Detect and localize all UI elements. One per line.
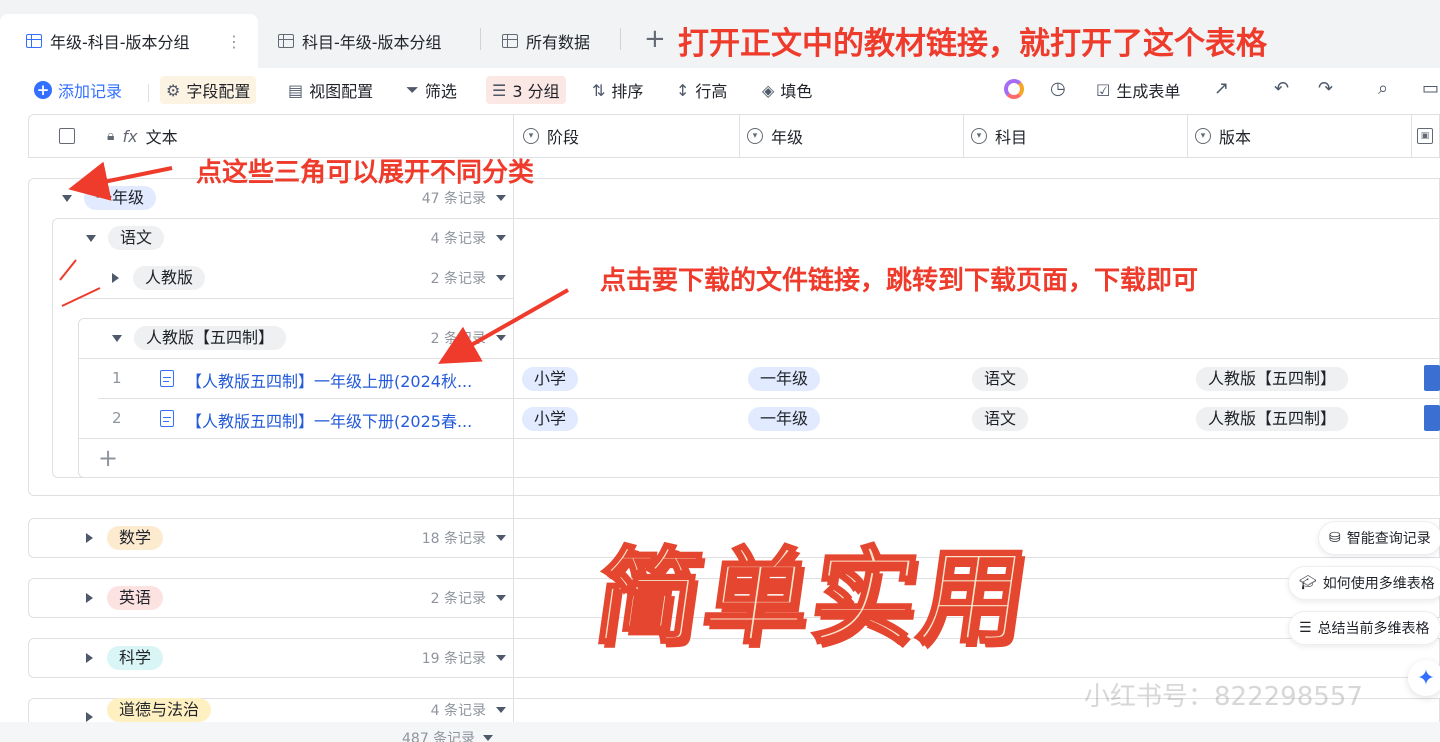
chip-label: 如何使用多维表格 (1322, 576, 1435, 592)
hand-drawn-mark (59, 259, 77, 281)
database-icon: ⛁ (1329, 530, 1341, 546)
graduation-cap-icon: 🎓︎ (1299, 575, 1317, 591)
sparkle-icon[interactable]: ✦ (1408, 660, 1440, 696)
arrow-to-link (438, 288, 569, 364)
big-caption: 简单实用 (587, 535, 1039, 660)
hand-drawn-mark (61, 287, 101, 307)
chip-label: 智能查询记录 (1346, 531, 1431, 547)
chip-label: 总结当前多维表格 (1317, 621, 1430, 637)
list-icon: ☰ (1299, 620, 1312, 636)
arrow-to-triangle (68, 161, 173, 201)
how-to-use-chip[interactable]: 🎓︎ 如何使用多维表格 (1288, 566, 1440, 600)
summarize-chip[interactable]: ☰ 总结当前多维表格 (1288, 611, 1440, 645)
watermark: 小红书号：822298557 (1084, 682, 1363, 712)
smart-query-chip[interactable]: ⛁ 智能查询记录 (1318, 521, 1440, 555)
